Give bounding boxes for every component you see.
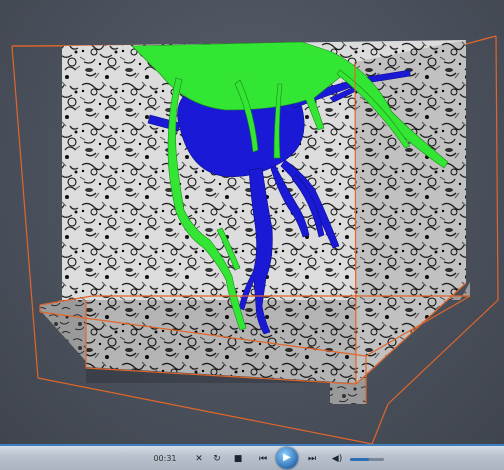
volume-slider-fill [350,458,369,461]
shuffle-button[interactable]: ✕ [193,452,205,466]
play-button[interactable]: ▶ [276,447,298,469]
media-control-bar: 00:31 ✕ ↻ ■ ⏮ ▶ ⏭ ◀) [0,444,504,470]
volume-render-scene [11,35,499,444]
previous-button[interactable]: ⏮ [256,452,270,466]
next-button[interactable]: ⏭ [305,452,319,466]
volume-icon[interactable]: ◀) [330,452,344,466]
playback-time: 00:31 [153,454,177,463]
volume-slider[interactable] [350,458,384,461]
stop-button[interactable]: ■ [232,452,244,466]
3d-viewport[interactable] [0,0,504,444]
repeat-button[interactable]: ↻ [211,452,223,466]
